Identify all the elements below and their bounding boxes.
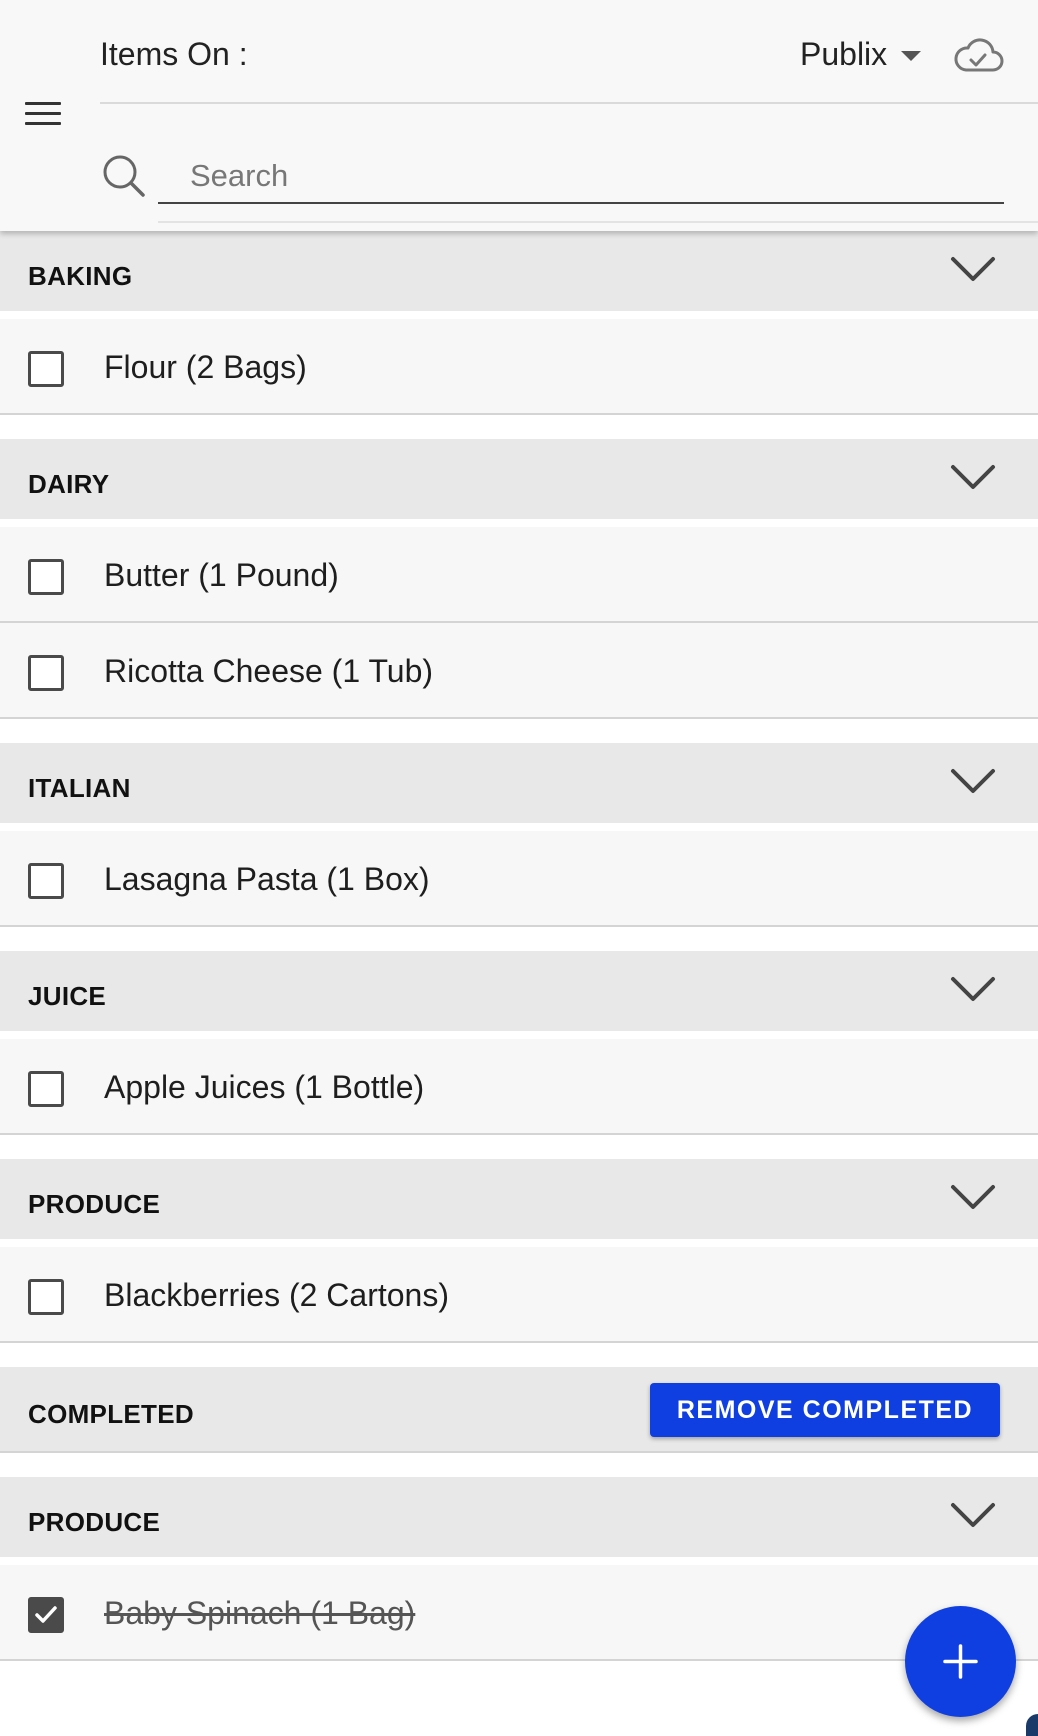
item-checkbox[interactable] [28, 559, 64, 595]
chevron-down-icon[interactable] [950, 975, 996, 1003]
item-label: Ricotta Cheese (1 Tub) [104, 653, 434, 689]
shopping-list: BAKING Flour (2 Bags) DAIRY Butter (1 Po… [0, 231, 1038, 1661]
item-label: Lasagna Pasta (1 Box) [104, 861, 430, 897]
section-title: DAIRY [28, 468, 110, 499]
list-item: Lasagna Pasta (1 Box) [0, 831, 1038, 927]
item-checkbox[interactable] [28, 1279, 64, 1315]
chevron-down-icon[interactable] [950, 255, 996, 283]
shopping-list-screen: Items On : Publix BAKING Flour (2 Bags) [0, 0, 1038, 1736]
completed-header: COMPLETED REMOVE COMPLETED [0, 1367, 1038, 1453]
plus-icon [943, 1644, 978, 1679]
check-icon [35, 1606, 57, 1623]
item-label: Apple Juices (1 Bottle) [104, 1069, 425, 1105]
store-name: Publix [800, 36, 888, 72]
search-icon [103, 155, 145, 197]
item-checkbox-checked[interactable] [28, 1597, 64, 1633]
list-item: Butter (1 Pound) [0, 527, 1038, 623]
search-input[interactable] [158, 150, 1004, 204]
window-corner [1026, 1714, 1038, 1736]
item-checkbox[interactable] [28, 351, 64, 387]
list-item: Flour (2 Bags) [0, 319, 1038, 415]
section-header-produce: PRODUCE [0, 1159, 1038, 1239]
section-title: BAKING [28, 260, 133, 291]
caret-down-icon [901, 50, 922, 61]
item-checkbox[interactable] [28, 863, 64, 899]
section-header-juice: JUICE [0, 951, 1038, 1031]
list-item: Blackberries (2 Cartons) [0, 1247, 1038, 1343]
section-title: PRODUCE [28, 1506, 161, 1537]
chevron-down-icon[interactable] [950, 463, 996, 491]
section-header-baking: BAKING [0, 231, 1038, 311]
item-checkbox[interactable] [28, 1071, 64, 1107]
section-title: PRODUCE [28, 1188, 161, 1219]
store-select[interactable]: Publix [800, 36, 922, 73]
list-item: Ricotta Cheese (1 Tub) [0, 623, 1038, 719]
item-label: Flour (2 Bags) [104, 349, 307, 385]
header-divider [100, 102, 1038, 104]
item-label: Blackberries (2 Cartons) [104, 1277, 449, 1313]
add-item-button[interactable] [905, 1606, 1016, 1717]
search-underline [158, 221, 1038, 223]
section-title: JUICE [28, 980, 107, 1011]
section-header-dairy: DAIRY [0, 439, 1038, 519]
section-header-completed-produce: PRODUCE [0, 1477, 1038, 1557]
list-item-completed: Baby Spinach (1 Bag) [0, 1565, 1038, 1661]
hamburger-menu-icon [25, 102, 61, 105]
menu-button[interactable] [22, 98, 66, 132]
item-label: Butter (1 Pound) [104, 557, 339, 593]
item-checkbox[interactable] [28, 655, 64, 691]
cloud-check-icon[interactable] [952, 36, 1004, 76]
section-header-italian: ITALIAN [0, 743, 1038, 823]
app-header: Items On : Publix [0, 0, 1038, 231]
section-title: ITALIAN [28, 772, 131, 803]
completed-title: COMPLETED [28, 1398, 194, 1429]
chevron-down-icon[interactable] [950, 1501, 996, 1529]
list-item: Apple Juices (1 Bottle) [0, 1039, 1038, 1135]
chevron-down-icon[interactable] [950, 1183, 996, 1211]
chevron-down-icon[interactable] [950, 767, 996, 795]
item-label: Baby Spinach (1 Bag) [104, 1595, 416, 1631]
items-on-label: Items On : [100, 36, 248, 72]
remove-completed-button[interactable]: REMOVE COMPLETED [650, 1383, 1000, 1437]
